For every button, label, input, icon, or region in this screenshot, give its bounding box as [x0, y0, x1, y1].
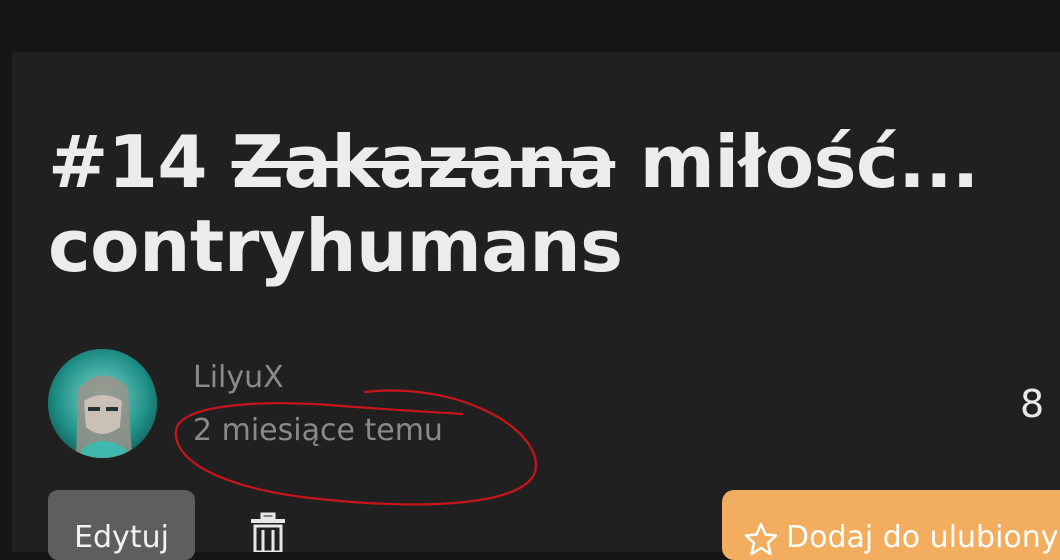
edit-button[interactable]: Edytuj: [48, 490, 195, 560]
title-rest: miłość...: [639, 120, 979, 204]
author-name[interactable]: LilyuX: [193, 360, 284, 395]
story-number: #14: [48, 120, 208, 204]
avatar[interactable]: [48, 349, 157, 458]
star-icon: [744, 522, 778, 556]
publish-time: 2 miesiące temu: [193, 413, 443, 448]
favorite-label: Dodaj do ulubionych: [786, 520, 1060, 555]
add-to-favorites-button[interactable]: Dodaj do ulubionych: [722, 490, 1060, 560]
stat-value: 8: [1020, 382, 1045, 426]
avatar-image: [48, 349, 157, 458]
story-title: #14 Zakazana miłość... contryhumans: [48, 120, 1048, 288]
trash-icon[interactable]: [248, 512, 288, 556]
struck-word: Zakazana: [231, 120, 616, 204]
title-line-2: contryhumans: [48, 204, 623, 288]
